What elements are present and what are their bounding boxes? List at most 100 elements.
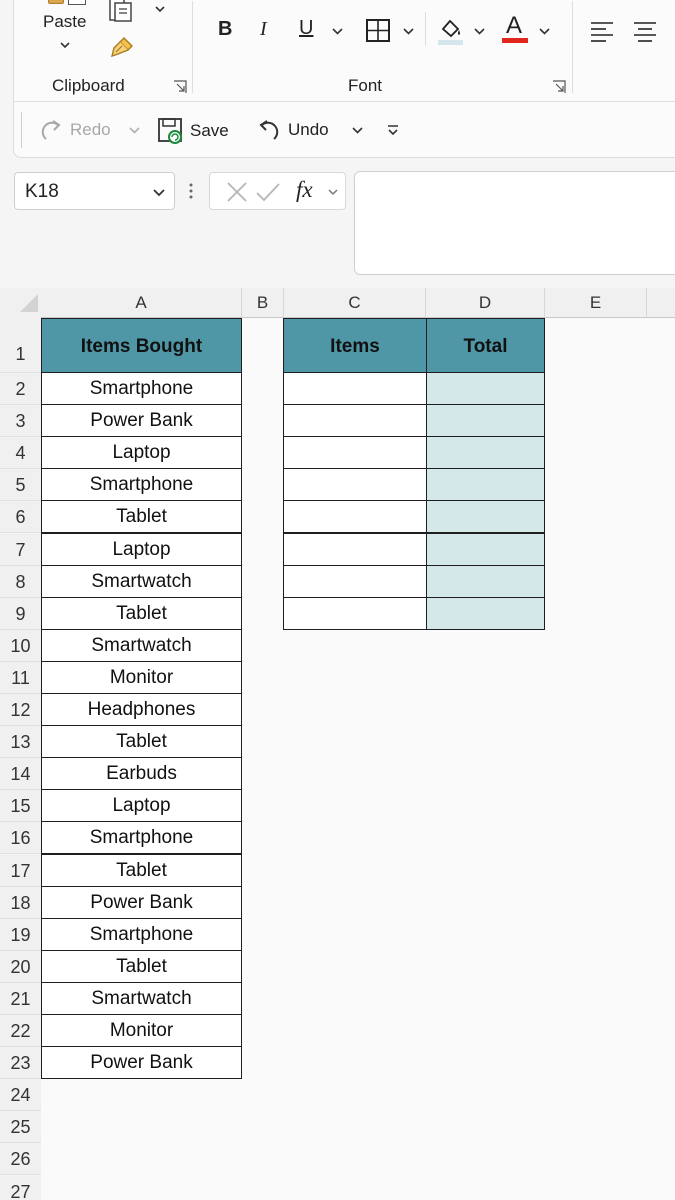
items-bought-cell[interactable]: Monitor <box>41 1014 242 1048</box>
row-header-26[interactable]: 26 <box>0 1143 41 1176</box>
items-bought-cell[interactable]: Smartphone <box>41 917 242 951</box>
redo-button[interactable]: Redo <box>38 117 111 143</box>
items-bought-cell[interactable]: Smartphone <box>41 821 242 855</box>
row-header-11[interactable]: 11 <box>0 661 41 694</box>
undo-button[interactable]: Undo <box>256 117 329 143</box>
align-left-icon[interactable] <box>590 20 614 42</box>
clipboard-dialog-launcher-icon[interactable] <box>173 80 187 94</box>
copy-icon[interactable] <box>106 0 136 24</box>
items-bought-cell[interactable]: Tablet <box>41 853 242 887</box>
underline-button[interactable]: U <box>299 17 313 40</box>
save-button[interactable]: Save <box>158 117 229 145</box>
row-header-9[interactable]: 9 <box>0 597 41 630</box>
row-header-27[interactable]: 27 <box>0 1175 41 1200</box>
row-header-22[interactable]: 22 <box>0 1015 41 1048</box>
undo-dropdown-icon[interactable] <box>351 124 364 137</box>
items-cell[interactable] <box>283 564 427 598</box>
total-cell[interactable] <box>426 500 545 534</box>
items-bought-header[interactable]: Items Bought <box>41 318 242 373</box>
formula-bar-resize-handle-icon[interactable] <box>187 180 195 202</box>
items-bought-cell[interactable]: Headphones <box>41 693 242 727</box>
row-header-6[interactable]: 6 <box>0 501 41 534</box>
borders-dropdown-icon[interactable] <box>402 25 415 38</box>
total-cell[interactable] <box>426 468 545 502</box>
items-bought-cell[interactable]: Laptop <box>41 436 242 470</box>
fill-color-icon[interactable] <box>437 15 465 47</box>
items-bought-cell[interactable]: Smartphone <box>41 468 242 502</box>
row-header-14[interactable]: 14 <box>0 758 41 791</box>
insert-function-button[interactable]: fx <box>296 177 313 203</box>
row-header-17[interactable]: 17 <box>0 854 41 887</box>
items-bought-cell[interactable]: Monitor <box>41 660 242 694</box>
items-bought-cell[interactable]: Tablet <box>41 596 242 630</box>
row-header-2[interactable]: 2 <box>0 373 41 406</box>
row-header-25[interactable]: 25 <box>0 1111 41 1144</box>
column-header-d[interactable]: D <box>426 288 545 318</box>
items-cell[interactable] <box>283 500 427 534</box>
items-bought-cell[interactable]: Laptop <box>41 532 242 566</box>
row-header-20[interactable]: 20 <box>0 950 41 983</box>
function-dropdown-icon[interactable] <box>326 185 340 199</box>
paste-dropdown-icon[interactable] <box>58 38 72 52</box>
items-cell[interactable] <box>283 596 427 630</box>
paste-button[interactable]: Paste <box>43 12 86 32</box>
items-bought-cell[interactable]: Power Bank <box>41 1046 242 1080</box>
total-cell[interactable] <box>426 596 545 630</box>
row-header-8[interactable]: 8 <box>0 565 41 598</box>
row-header-1[interactable]: 1 <box>0 318 41 373</box>
column-header-e[interactable]: E <box>545 288 647 318</box>
items-bought-cell[interactable]: Power Bank <box>41 404 242 438</box>
column-header-c[interactable]: C <box>284 288 426 318</box>
underline-dropdown-icon[interactable] <box>331 25 344 38</box>
name-box-dropdown-icon[interactable] <box>151 185 167 201</box>
column-header-b[interactable]: B <box>242 288 284 318</box>
italic-button[interactable]: I <box>260 18 267 41</box>
row-header-5[interactable]: 5 <box>0 469 41 502</box>
total-cell[interactable] <box>426 404 545 438</box>
formula-input[interactable] <box>354 171 675 275</box>
font-dialog-launcher-icon[interactable] <box>552 80 566 94</box>
align-center-icon[interactable] <box>633 20 657 42</box>
items-cell[interactable] <box>283 532 427 566</box>
row-header-16[interactable]: 16 <box>0 822 41 855</box>
total-header[interactable]: Total <box>426 318 545 373</box>
items-bought-cell[interactable]: Smartwatch <box>41 564 242 598</box>
row-header-7[interactable]: 7 <box>0 533 41 566</box>
row-header-13[interactable]: 13 <box>0 726 41 759</box>
items-bought-cell[interactable]: Smartphone <box>41 372 242 406</box>
copy-dropdown-icon[interactable] <box>153 2 167 16</box>
borders-icon[interactable] <box>365 19 391 43</box>
total-cell[interactable] <box>426 436 545 470</box>
cancel-icon[interactable] <box>225 181 249 203</box>
customize-qat-icon[interactable] <box>386 123 400 137</box>
items-cell[interactable] <box>283 372 427 406</box>
total-cell[interactable] <box>426 564 545 598</box>
column-header-a[interactable]: A <box>41 288 242 318</box>
row-header-23[interactable]: 23 <box>0 1047 41 1080</box>
redo-dropdown-icon[interactable] <box>128 124 141 137</box>
row-header-4[interactable]: 4 <box>0 437 41 470</box>
total-cell[interactable] <box>426 532 545 566</box>
items-bought-cell[interactable]: Smartwatch <box>41 981 242 1015</box>
row-header-18[interactable]: 18 <box>0 886 41 919</box>
font-color-button[interactable]: A <box>506 12 522 40</box>
paste-icon[interactable] <box>48 0 64 4</box>
total-cell[interactable] <box>426 372 545 406</box>
enter-check-icon[interactable] <box>255 181 281 203</box>
column-header-f[interactable] <box>647 288 675 318</box>
format-painter-icon[interactable] <box>108 34 136 62</box>
row-header-12[interactable]: 12 <box>0 694 41 727</box>
name-box[interactable]: K18 <box>14 172 175 210</box>
row-header-15[interactable]: 15 <box>0 790 41 823</box>
row-header-24[interactable]: 24 <box>0 1079 41 1112</box>
items-cell[interactable] <box>283 404 427 438</box>
items-bought-cell[interactable]: Earbuds <box>41 757 242 791</box>
row-header-3[interactable]: 3 <box>0 405 41 438</box>
font-color-dropdown-icon[interactable] <box>538 25 551 38</box>
items-header[interactable]: Items <box>283 318 427 373</box>
row-header-10[interactable]: 10 <box>0 629 41 662</box>
items-bought-cell[interactable]: Tablet <box>41 949 242 983</box>
row-header-19[interactable]: 19 <box>0 918 41 951</box>
items-bought-cell[interactable]: Smartwatch <box>41 628 242 662</box>
items-bought-cell[interactable]: Tablet <box>41 725 242 759</box>
